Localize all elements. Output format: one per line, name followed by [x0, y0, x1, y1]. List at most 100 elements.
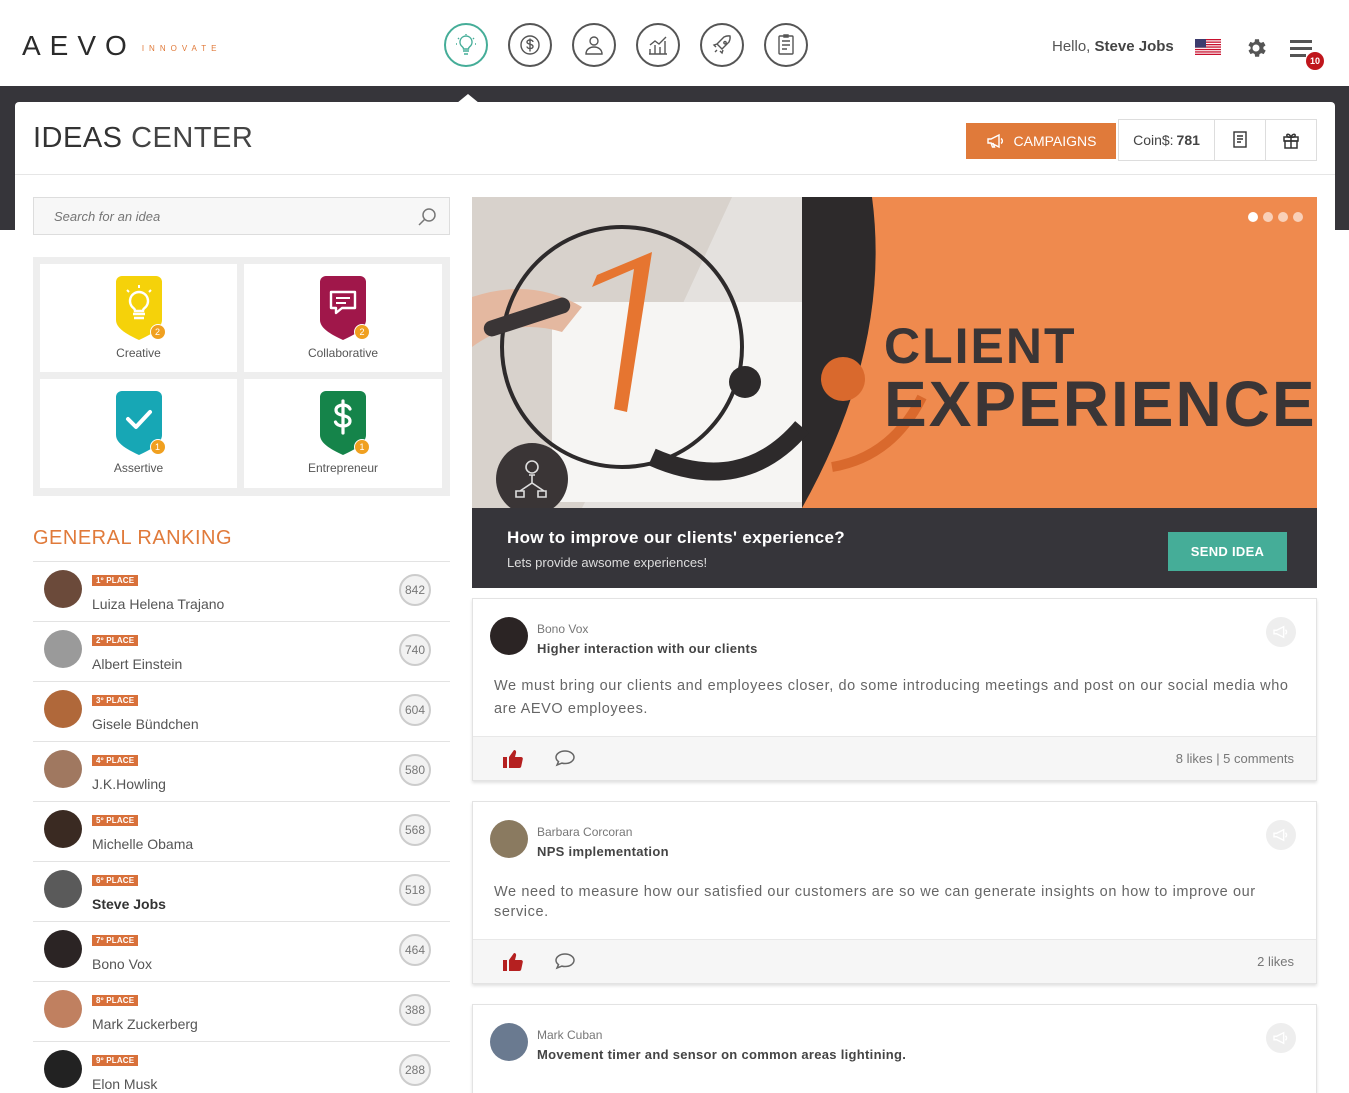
badge-count: 1: [149, 439, 166, 455]
idea-author[interactable]: Bono Vox: [537, 622, 588, 636]
nav-profile-button[interactable]: [572, 23, 616, 67]
place-badge: 9º PLACE: [92, 1055, 139, 1066]
us-flag-icon[interactable]: [1195, 39, 1221, 55]
carousel-dot[interactable]: [1263, 212, 1273, 222]
idea-author[interactable]: Barbara Corcoran: [537, 825, 632, 839]
rewards-button[interactable]: [1265, 120, 1316, 160]
ranking-row[interactable]: 4º PLACE J.K.Howling 580: [33, 742, 450, 802]
nav-finance-button[interactable]: [508, 23, 552, 67]
idea-footer: 2 likes: [473, 939, 1316, 983]
badge-entrepreneur[interactable]: 1 Entrepreneur: [244, 379, 442, 488]
idea-title[interactable]: Higher interaction with our clients: [537, 641, 758, 656]
coins-box: Coin$: 781: [1118, 119, 1317, 161]
nav-launch-button[interactable]: [700, 23, 744, 67]
nav-reports-button[interactable]: [636, 23, 680, 67]
ranking-row[interactable]: 7º PLACE Bono Vox 464: [33, 922, 450, 982]
ranking-score: 740: [399, 634, 431, 666]
user-greeting[interactable]: Hello, Steve Jobs: [1052, 38, 1174, 55]
ranking-name: Gisele Bündchen: [92, 716, 199, 732]
ranking-row[interactable]: 3º PLACE Gisele Bündchen 604: [33, 682, 450, 742]
badge-label: Creative: [116, 346, 161, 360]
rocket-icon: [712, 35, 731, 55]
place-badge: 4º PLACE: [92, 755, 139, 766]
ranking-score: 288: [399, 1054, 431, 1086]
avatar: [490, 1023, 528, 1061]
logo[interactable]: AEVO INNOVATE: [22, 30, 222, 62]
send-idea-button[interactable]: SEND IDEA: [1168, 532, 1287, 571]
campaign-subtitle: Lets provide awsome experiences!: [507, 555, 708, 570]
idea-card: Bono Vox Higher interaction with our cli…: [472, 598, 1317, 781]
place-badge: 2º PLACE: [92, 635, 139, 646]
badge-collaborative[interactable]: 2 Collaborative: [244, 264, 442, 372]
carousel-dot[interactable]: [1278, 212, 1288, 222]
thumbs-up-icon[interactable]: [502, 952, 524, 972]
avatar: [44, 810, 82, 848]
idea-search: [33, 197, 450, 235]
idea-stats: 8 likes | 5 comments: [1175, 751, 1294, 766]
ranking-score: 604: [399, 694, 431, 726]
badge-creative[interactable]: 2 Creative: [40, 264, 237, 372]
idea-stats: 2 likes: [1257, 954, 1294, 969]
campaigns-button[interactable]: CAMPAIGNS: [966, 123, 1116, 159]
nav-documents-button[interactable]: [764, 23, 808, 67]
statement-button[interactable]: [1215, 120, 1265, 160]
megaphone-icon[interactable]: [1266, 617, 1296, 647]
carousel-dots: [1248, 212, 1303, 222]
thumbs-up-icon[interactable]: [502, 749, 524, 769]
carousel-dot[interactable]: [1248, 212, 1258, 222]
campaign-question: How to improve our clients' experience?: [507, 528, 845, 547]
dollar-icon: [520, 35, 540, 55]
idea-footer: 8 likes | 5 comments: [473, 736, 1316, 780]
ranking-row[interactable]: 6º PLACE Steve Jobs 518: [33, 862, 450, 922]
ranking-row[interactable]: 5º PLACE Michelle Obama 568: [33, 802, 450, 862]
search-icon[interactable]: [417, 207, 437, 227]
badge-count: 2: [354, 324, 370, 340]
banner-footer: How to improve our clients' experience? …: [472, 508, 1317, 588]
megaphone-icon: [986, 133, 1003, 149]
avatar: [44, 1050, 82, 1088]
avatar: [44, 750, 82, 788]
ranking-row[interactable]: 2º PLACE Albert Einstein 740: [33, 622, 450, 682]
ranking-name: Elon Musk: [92, 1076, 158, 1092]
logo-text: AEVO: [22, 30, 136, 61]
carousel-dot[interactable]: [1293, 212, 1303, 222]
ranking-name: J.K.Howling: [92, 776, 166, 792]
ranking-score: 464: [399, 934, 431, 966]
badge-assertive[interactable]: 1 Assertive: [40, 379, 237, 488]
campaign-banner[interactable]: CLIENT EXPERIENCE: [472, 197, 1317, 508]
idea-body: We must bring our clients and employees …: [494, 678, 1289, 717]
ranking-row[interactable]: 9º PLACE Elon Musk 288: [33, 1042, 450, 1093]
ranking-name: Steve Jobs: [92, 896, 166, 912]
idea-title[interactable]: Movement timer and sensor on common area…: [537, 1047, 906, 1062]
badges-grid: 2 Creative 2 Collaborative 1 Assertive 1…: [33, 257, 450, 496]
user-icon: [585, 36, 603, 55]
chart-icon: [649, 36, 667, 55]
idea-author[interactable]: Mark Cuban: [537, 1028, 602, 1042]
user-name: Steve Jobs: [1094, 38, 1174, 55]
badge-shield: 1: [112, 389, 166, 457]
idea-card: Barbara Corcoran NPS implementation We n…: [472, 801, 1317, 984]
search-input[interactable]: [34, 198, 449, 234]
badge-shield: 2: [112, 274, 166, 342]
notification-badge: 10: [1306, 52, 1324, 70]
lightbulb-icon: [456, 34, 476, 55]
comment-icon[interactable]: [554, 748, 576, 768]
ranking-row[interactable]: 8º PLACE Mark Zuckerberg 388: [33, 982, 450, 1042]
nav-ideas-button[interactable]: [444, 23, 488, 67]
badge-label: Assertive: [113, 461, 164, 475]
comment-icon[interactable]: [554, 951, 576, 971]
megaphone-icon[interactable]: [1266, 1023, 1296, 1053]
top-bar: AEVO INNOVATE Hello, Steve Jobs 10: [0, 0, 1349, 86]
idea-title[interactable]: NPS implementation: [537, 844, 669, 859]
ranking-row[interactable]: 1º PLACE Luiza Helena Trajano 842: [33, 562, 450, 622]
ranking-score: 568: [399, 814, 431, 846]
panel-header: IDEAS CENTER CAMPAIGNS Coin$: 781: [15, 102, 1335, 175]
megaphone-icon[interactable]: [1266, 820, 1296, 850]
gift-icon: [1283, 133, 1299, 149]
coins-value: 781: [1176, 132, 1200, 148]
ranking-name: Luiza Helena Trajano: [92, 596, 225, 612]
gear-icon[interactable]: [1244, 36, 1268, 60]
place-badge: 7º PLACE: [92, 935, 139, 946]
ranking-name: Bono Vox: [92, 956, 152, 972]
avatar: [44, 870, 82, 908]
